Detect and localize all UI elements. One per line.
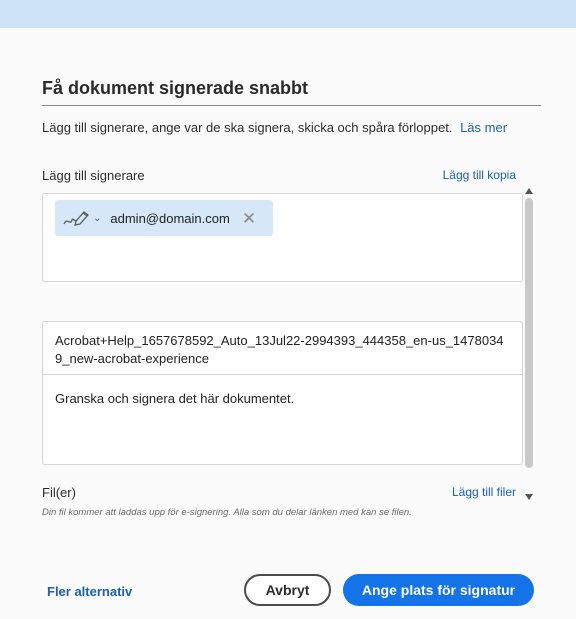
specify-signature-location-button[interactable]: Ange plats för signatur [343, 574, 534, 606]
files-label: Fil(er) [42, 485, 76, 500]
cancel-button[interactable]: Avbryt [244, 574, 331, 606]
add-copy-link[interactable]: Lägg till kopia [443, 168, 516, 182]
recipients-field[interactable]: ⌄ admin@domain.com ✕ [42, 193, 523, 282]
learn-more-link[interactable]: Läs mer [460, 120, 507, 135]
form-scroll-area[interactable]: Lägg till signerare Lägg till kopia ⌄ ad… [42, 160, 524, 470]
chevron-down-icon[interactable]: ⌄ [93, 213, 101, 224]
scrollbar[interactable] [524, 188, 534, 502]
files-upload-note: Din fil kommer att laddas upp för e-sign… [42, 507, 412, 518]
remove-recipient-icon[interactable]: ✕ [242, 210, 256, 227]
agreement-name-field[interactable]: Acrobat+Help_1657678592_Auto_13Jul22-299… [43, 322, 522, 375]
add-files-link[interactable]: Lägg till filer [452, 485, 516, 499]
add-signers-label: Lägg till signerare [42, 168, 145, 183]
agreement-details-box[interactable]: Acrobat+Help_1657678592_Auto_13Jul22-299… [42, 321, 523, 465]
recipient-chip[interactable]: ⌄ admin@domain.com ✕ [55, 200, 273, 236]
message-field[interactable]: Granska och signera det här dokumentet. [55, 391, 294, 406]
scrollbar-thumb[interactable] [525, 198, 533, 468]
signer-pen-icon[interactable] [61, 206, 93, 230]
dialog-title: Få dokument signerade snabbt [42, 78, 309, 98]
more-options-link[interactable]: Fler alternativ [47, 584, 132, 599]
window-top-band [0, 0, 576, 28]
title-divider [42, 105, 541, 106]
intro-text: Lägg till signerare, ange var de ska sig… [42, 120, 542, 135]
recipient-email: admin@domain.com [110, 210, 230, 226]
scroll-down-arrow-icon[interactable] [525, 494, 533, 500]
scroll-up-arrow-icon[interactable] [525, 188, 533, 194]
intro-description: Lägg till signerare, ange var de ska sig… [42, 120, 453, 135]
